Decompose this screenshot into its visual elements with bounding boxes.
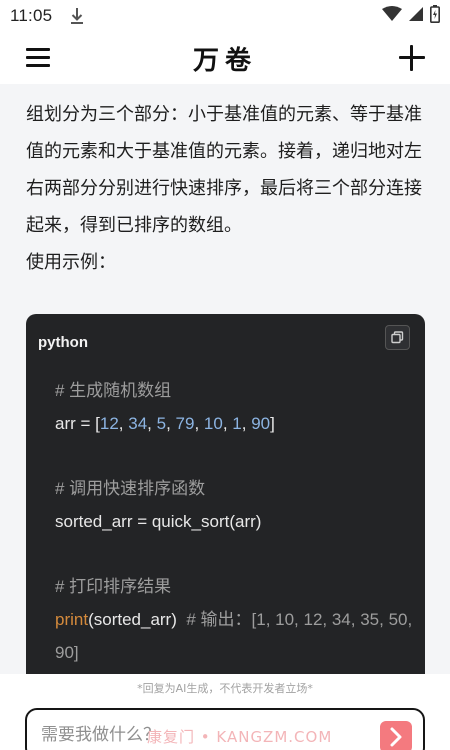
menu-icon-bar [26,56,50,59]
wifi-icon [382,6,402,26]
code-number: 90 [251,413,271,433]
send-button[interactable] [380,721,412,750]
input-bar: 康复门 • KANGZM.COM [0,704,450,750]
code-number: 12 [99,413,119,433]
code-number: 34 [128,413,148,433]
code-number: 1 [232,413,242,433]
watermark: 康复门 • KANGZM.COM [147,728,333,746]
answer-text: 组划分为三个部分：小于基准值的元素、等于基准值的元素和大于基准值的元素。接着，递… [26,96,426,281]
app-header: 万卷 [0,32,450,84]
status-time: 11:05 [10,6,53,25]
input-box: 康复门 • KANGZM.COM [25,708,425,750]
add-button[interactable] [398,44,426,72]
status-bar: 11:05 [0,0,450,32]
code-line: 90] [55,642,79,662]
code-block: python # 生成随机数组 arr = [12, 34, 5, 79, 10… [26,314,425,674]
code-line: print(sorted_arr) # 输出：[1, 10, 12, 34, 3… [55,604,425,637]
copy-icon [391,331,404,344]
answer-paragraph: 组划分为三个部分：小于基准值的元素、等于基准值的元素和大于基准值的元素。接着，递… [26,104,422,236]
answer-paragraph: 使用示例： [26,252,116,273]
code-line: sorted_arr = quick_sort(arr) [55,511,262,531]
copy-code-button[interactable] [385,325,410,350]
code-token: (sorted_arr) [88,609,177,629]
battery-icon [430,5,440,27]
code-builtin: print [55,609,89,629]
menu-icon-bar [26,64,50,67]
status-icons [382,5,440,27]
menu-button[interactable] [26,47,50,69]
code-line: # 生成随机数组 [55,381,172,400]
code-line: # 调用快速排序函数 [55,479,206,499]
app-title: 万卷 [192,45,257,76]
code-number: 10 [203,413,223,433]
code-number: 5 [156,413,167,433]
code-line: arr = [12, 34, 5, 79, 10, 1, 90] [55,413,275,433]
chat-content[interactable]: 组划分为三个部分：小于基准值的元素、等于基准值的元素和大于基准值的元素。接着，递… [0,84,450,674]
signal-icon [408,6,424,26]
code-token: ] [270,413,275,433]
code-token: arr = [ [55,413,100,433]
chevron-right-icon [390,727,402,747]
menu-icon [26,48,50,51]
code-body: # 生成随机数组 arr = [12, 34, 5, 79, 10, 1, 90… [55,375,425,669]
download-icon [70,7,84,25]
code-language-label: python [38,334,88,351]
code-comment: # 输出：[1, 10, 12, 34, 35, 50, [186,609,413,629]
ai-disclaimer: *回复为AI生成，不代表开发者立场* [0,674,450,704]
code-line: # 打印排序结果 [55,577,172,597]
code-number: 79 [175,413,195,433]
